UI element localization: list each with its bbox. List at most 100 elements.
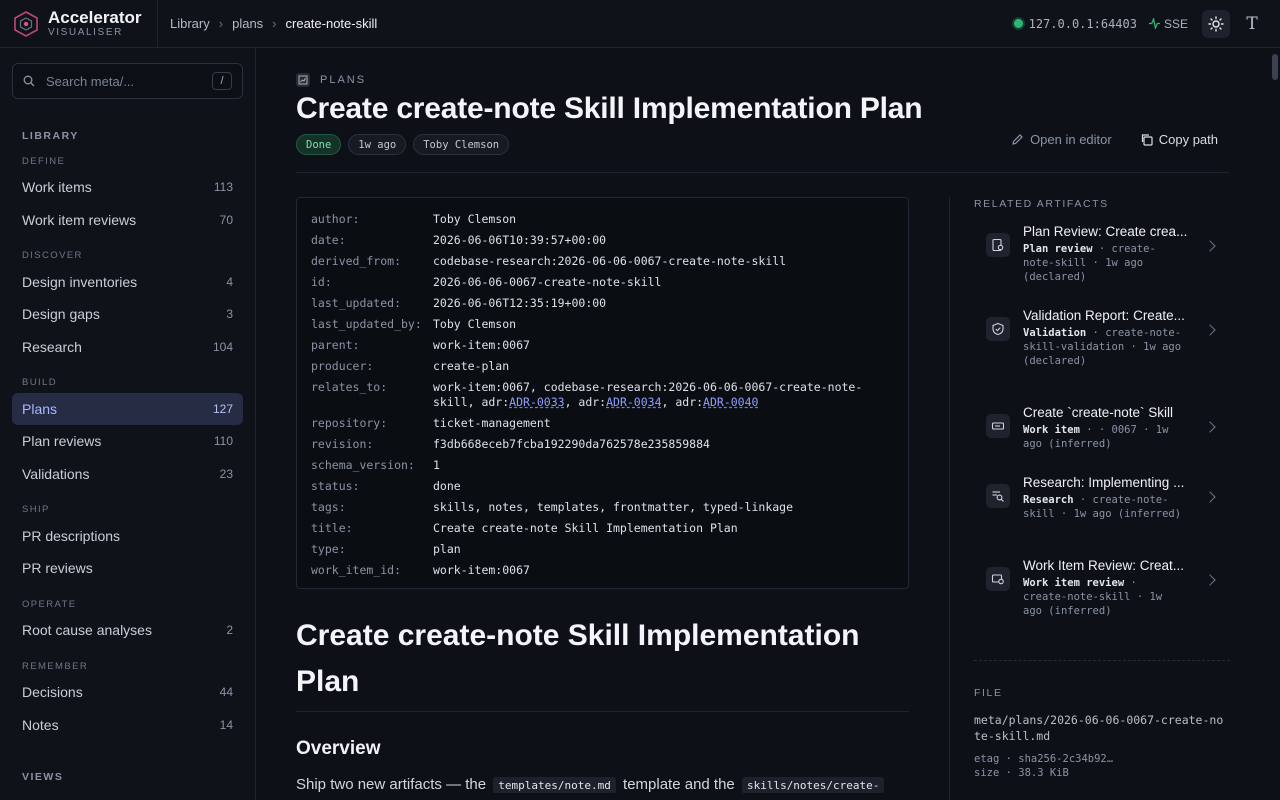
- sidebar-item-label: Work item reviews: [22, 212, 137, 228]
- server-address: 127.0.0.1:64403: [1028, 16, 1137, 31]
- file-heading: FILE: [974, 687, 1003, 699]
- connection-status: 127.0.0.1:64403: [1013, 16, 1137, 31]
- adr-link[interactable]: ADR-0033: [509, 395, 564, 409]
- sidebar-item-research[interactable]: Research 104: [12, 331, 243, 363]
- related-artifact-link-kind: (inferred): [1048, 605, 1112, 617]
- breadcrumb-plans[interactable]: plans: [232, 16, 263, 31]
- sidebar-item-pr-reviews[interactable]: PR reviews: [12, 552, 243, 584]
- frontmatter-row: work_item_id: work-item:0067: [311, 560, 894, 581]
- chevron-right-icon: [1204, 491, 1216, 503]
- frontmatter-key: id:: [311, 275, 332, 289]
- sidebar-item-count: 23: [219, 467, 233, 481]
- sidebar-item-count: 3: [226, 307, 233, 321]
- related-artifact-age: 1w ago: [1073, 508, 1112, 520]
- related-artifact-item[interactable]: Research: Implementing ... Research · cre…: [974, 475, 1230, 521]
- related-divider: [974, 660, 1230, 661]
- font-toggle-button[interactable]: T: [1238, 10, 1266, 38]
- related-artifact-title: Research: Implementing ...: [1023, 475, 1185, 490]
- pencil-icon: [1012, 134, 1023, 145]
- sidebar-item-validations[interactable]: Validations 23: [12, 458, 243, 490]
- adr-link[interactable]: ADR-0040: [703, 395, 758, 409]
- sidebar-item-plans[interactable]: Plans 127: [12, 393, 243, 425]
- search-placeholder: Search meta/...: [46, 73, 135, 89]
- frontmatter-row: date: 2026-06-06T10:39:57+00:00: [311, 230, 894, 251]
- theme-toggle-button[interactable]: [1202, 9, 1230, 38]
- sidebar-item-label: Decisions: [22, 684, 83, 700]
- open-in-editor-button[interactable]: Open in editor: [1011, 132, 1112, 147]
- chevron-right-icon: [1204, 324, 1216, 336]
- sidebar-item-label: PR descriptions: [22, 528, 121, 544]
- sidebar-item-plan-reviews[interactable]: Plan reviews 110: [12, 425, 243, 457]
- frontmatter-row: parent: work-item:0067: [311, 335, 894, 356]
- frontmatter-value: 1: [433, 458, 440, 472]
- sidebar-item-count: 127: [212, 402, 233, 416]
- copy-path-button[interactable]: Copy path: [1140, 132, 1218, 147]
- file-path[interactable]: meta/plans/2026-06-06-0067-create-note-s…: [974, 712, 1230, 744]
- related-artifact-link-kind: (declared): [1023, 355, 1087, 367]
- sse-label: SSE: [1163, 16, 1188, 31]
- frontmatter-row: schema_version: 1: [311, 455, 894, 476]
- adr-link[interactable]: ADR-0034: [606, 395, 661, 409]
- sidebar-item-count: 4: [226, 275, 233, 289]
- sidebar-item-label: Design gaps: [22, 306, 100, 322]
- app-name: Accelerator: [48, 8, 142, 27]
- sidebar-item-decisions[interactable]: Decisions 44: [12, 676, 243, 708]
- frontmatter-row: tags: skills, notes, templates, frontmatt…: [311, 497, 894, 518]
- frontmatter-value: work-item:0067: [433, 338, 530, 352]
- related-artifact-age: · 1w ago: [1130, 341, 1182, 353]
- related-artifact-type: Plan review: [1023, 243, 1093, 255]
- sidebar-item-pr-descriptions[interactable]: PR descriptions: [12, 520, 243, 552]
- related-artifact-meta: Research · create-note-skill · 1w ago (i…: [1023, 494, 1182, 520]
- plan-review-icon: [986, 233, 1010, 257]
- sidebar-item-count: 44: [219, 685, 233, 699]
- group-discover: DISCOVER: [22, 250, 83, 261]
- related-artifact-item[interactable]: Validation Report: Create... Validation ·…: [974, 308, 1230, 368]
- inline-code: skills/notes/create-: [741, 777, 885, 793]
- related-artifact-meta: Plan review · create-note-skill · 1w ago…: [1023, 243, 1156, 283]
- frontmatter-key: author:: [311, 212, 360, 226]
- frontmatter-row: repository: ticket-management: [311, 413, 894, 434]
- sidebar-item-label: Notes: [22, 717, 59, 733]
- related-artifact-item[interactable]: Work Item Review: Creat... Work item revi…: [974, 558, 1230, 618]
- frontmatter-row: status: done: [311, 476, 894, 497]
- views-heading: VIEWS: [22, 771, 64, 783]
- sidebar-item-notes[interactable]: Notes 14: [12, 709, 243, 741]
- related-artifact-type: Work item review: [1023, 577, 1125, 589]
- frontmatter-key: type:: [311, 542, 346, 556]
- sidebar-item-count: 14: [219, 718, 233, 732]
- sidebar-item-work-items[interactable]: Work items 113: [12, 171, 243, 203]
- file-meta: etag · sha256-2c34b92… size · 38.3 KiB: [974, 752, 1113, 780]
- sidebar-item-label: Research: [22, 339, 82, 355]
- file-size: size · 38.3 KiB: [974, 767, 1069, 779]
- sidebar-item-root-cause-analyses[interactable]: Root cause analyses 2: [12, 614, 243, 646]
- header-divider: [296, 172, 1229, 173]
- related-artifact-item[interactable]: Create `create-note` Skill Work item · · …: [974, 405, 1230, 451]
- frontmatter-value: Create create-note Skill Implementation …: [433, 521, 738, 535]
- brand[interactable]: Accelerator VISUALISER: [0, 0, 158, 48]
- open-in-editor-label: Open in editor: [1030, 132, 1112, 147]
- sidebar-item-design-gaps[interactable]: Design gaps 3: [12, 298, 243, 330]
- related-artifacts-heading: RELATED ARTIFACTS: [974, 198, 1109, 210]
- frontmatter-key: date:: [311, 233, 346, 247]
- sidebar-item-count: 110: [213, 434, 233, 448]
- overview-text: template and the: [623, 776, 735, 793]
- plan-icon: [296, 73, 310, 87]
- column-divider: [949, 197, 950, 800]
- sidebar-item-design-inventories[interactable]: Design inventories 4: [12, 266, 243, 298]
- search-input[interactable]: Search meta/... /: [12, 63, 243, 99]
- page-title: Create create-note Skill Implementation …: [296, 92, 923, 125]
- sidebar-item-label: Design inventories: [22, 274, 138, 290]
- sidebar-item-work-item-reviews[interactable]: Work item reviews 70: [12, 204, 243, 236]
- related-artifact-title: Work Item Review: Creat...: [1023, 558, 1185, 573]
- related-artifact-age: 1w ago: [1105, 257, 1144, 269]
- frontmatter-key: work_item_id:: [311, 563, 402, 577]
- related-artifact-item[interactable]: Plan Review: Create crea... Plan review ·…: [974, 224, 1230, 284]
- search-shortcut: /: [212, 72, 232, 90]
- breadcrumb-library[interactable]: Library: [170, 16, 210, 31]
- related-artifact-type: Research: [1023, 494, 1074, 506]
- related-artifact-type: Validation: [1023, 327, 1087, 339]
- sidebar-item-label: Plan reviews: [22, 433, 102, 449]
- related-artifact-meta: Validation · create-note-skill-validatio…: [1023, 327, 1182, 367]
- related-artifact-title: Create `create-note` Skill: [1023, 405, 1174, 420]
- scrollbar-thumb[interactable]: [1272, 54, 1278, 80]
